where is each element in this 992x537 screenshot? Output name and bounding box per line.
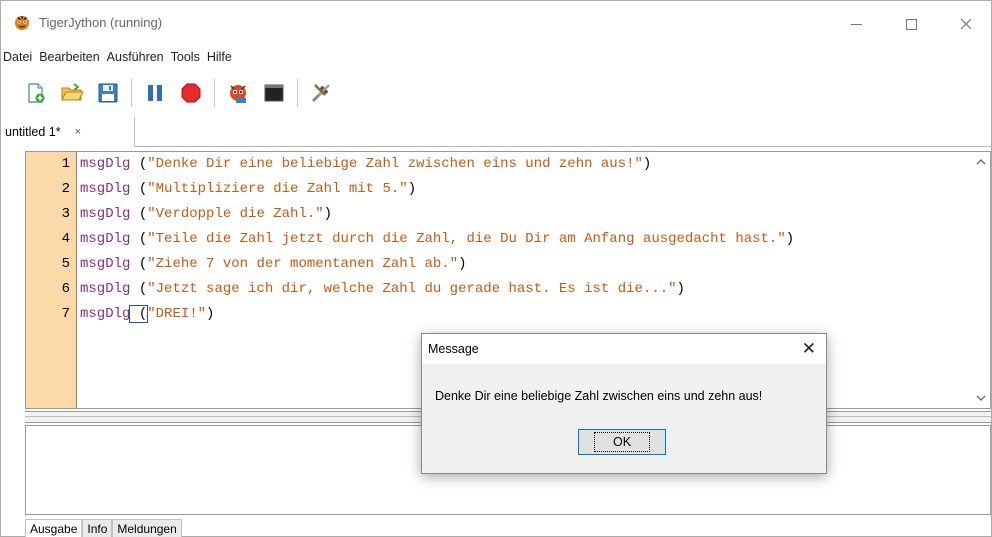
menu-hilfe[interactable]: Hilfe (207, 49, 232, 69)
stop-button[interactable] (178, 80, 204, 106)
tiger-app-icon (15, 16, 29, 30)
paren-open: ( (130, 231, 148, 247)
code-line: msgDlg ("Ziehe 7 von der momentanen Zahl… (80, 256, 467, 272)
line-number: 7 (61, 306, 70, 322)
debugger-icon (230, 85, 246, 103)
code-line: msgDlg ("Denke Dir eine beliebige Zahl z… (80, 156, 651, 172)
function-name: msgDlg (80, 306, 131, 322)
function-name: msgDlg (80, 281, 131, 297)
paren-open: ( (130, 156, 148, 172)
function-name: msgDlg (80, 206, 131, 222)
output-tabs: Ausgabe Info Meldungen (25, 519, 182, 537)
paren-open: ( (130, 256, 148, 272)
close-icon (960, 18, 972, 30)
dialog-title-bar: Message ✕ (422, 334, 826, 364)
console-button[interactable] (261, 80, 287, 106)
tab-info[interactable]: Info (82, 519, 113, 537)
paren-open: ( (130, 281, 148, 297)
debugger-button[interactable] (225, 80, 251, 106)
function-name: msgDlg (80, 256, 131, 272)
menu-bar: Datei Bearbeiten Ausführen Tools Hilfe (1, 49, 232, 69)
console-icon (264, 84, 284, 102)
tab-untitled-1[interactable]: untitled 1* × (1, 117, 135, 147)
paren-open: ( (130, 181, 148, 197)
paren-close: ) (458, 256, 467, 272)
string-literal: "Verdopple die Zahl." (147, 206, 324, 222)
ok-button[interactable]: OK (578, 429, 666, 455)
function-name: msgDlg (80, 156, 131, 172)
dialog-close-icon[interactable]: ✕ (802, 339, 816, 359)
string-literal: "Ziehe 7 von der momentanen Zahl ab." (147, 256, 459, 272)
toolbar-separator (297, 79, 298, 107)
scroll-up-icon[interactable] (976, 158, 986, 166)
editor-vertical-scrollbar[interactable] (973, 152, 990, 408)
save-icon (98, 83, 118, 103)
paren-close: ) (676, 281, 685, 297)
dialog-message: Denke Dir eine beliebige Zahl zwischen e… (435, 389, 763, 403)
paren-open: ( (130, 206, 148, 222)
menu-bearbeiten[interactable]: Bearbeiten (39, 49, 99, 69)
toolbar-separator (214, 79, 215, 107)
paren-close: ) (785, 231, 795, 247)
title-bar: TigerJython (running) (1, 1, 991, 45)
tab-close-icon[interactable]: × (75, 126, 81, 138)
paren-close: ) (206, 306, 215, 322)
code-line: msgDlg ("Teile die Zahl jetzt durch die … (80, 231, 794, 247)
ok-button-label: OK (593, 432, 651, 452)
message-dialog: Message ✕ Denke Dir eine beliebige Zahl … (421, 333, 827, 474)
new-file-icon (28, 83, 45, 103)
code-line: msgDlg ("Multipliziere die Zahl mit 5.") (80, 181, 416, 197)
stop-icon (181, 83, 201, 103)
paren-close: ) (407, 181, 417, 197)
open-folder-icon (61, 83, 84, 101)
string-literal: "Teile die Zahl jetzt durch die Zahl, di… (147, 231, 786, 247)
tools-icon (311, 84, 330, 103)
line-number: 1 (61, 156, 70, 172)
line-number: 5 (61, 256, 70, 272)
window-title: TigerJython (running) (39, 15, 163, 30)
pause-button[interactable] (142, 80, 168, 106)
line-number: 6 (61, 281, 70, 297)
close-window-button[interactable] (943, 9, 989, 39)
minimize-button[interactable] (833, 9, 879, 39)
toolbar (1, 73, 991, 113)
tab-label: untitled 1* (5, 125, 61, 139)
tools-button[interactable] (308, 80, 334, 106)
editor-tabs: untitled 1* × (1, 117, 991, 147)
open-button[interactable] (59, 80, 85, 106)
line-number: 2 (61, 181, 70, 197)
string-literal: "Denke Dir eine beliebige Zahl zwischen … (147, 156, 643, 172)
toolbar-separator (131, 79, 132, 107)
code-line: msgDlg ("DREI!") (80, 305, 215, 323)
function-name: msgDlg (80, 231, 131, 247)
code-line: msgDlg ("Jetzt sage ich dir, welche Zahl… (80, 281, 685, 297)
string-literal: "Jetzt sage ich dir, welche Zahl du gera… (147, 281, 677, 297)
menu-ausfuehren[interactable]: Ausführen (107, 49, 164, 69)
paren-close: ) (642, 156, 652, 172)
menu-tools[interactable]: Tools (171, 49, 200, 69)
scroll-down-icon[interactable] (976, 394, 986, 402)
maximize-button[interactable] (888, 9, 934, 39)
code-line: msgDlg ("Verdopple die Zahl.") (80, 206, 332, 222)
line-number: 4 (61, 231, 70, 247)
tab-ausgabe[interactable]: Ausgabe (25, 519, 83, 537)
dialog-title: Message (428, 342, 479, 356)
tab-meldungen[interactable]: Meldungen (112, 519, 182, 537)
paren-close: ) (323, 206, 333, 222)
string-literal: "Multipliziere die Zahl mit 5." (147, 181, 408, 197)
string-literal: "DREI!" (147, 306, 207, 322)
line-number: 3 (61, 206, 70, 222)
maximize-icon (905, 18, 917, 30)
paren-open-highlighted: ( (129, 305, 149, 323)
line-number-gutter: 1 2 3 4 5 6 7 (26, 152, 77, 408)
menu-datei[interactable]: Datei (3, 49, 32, 69)
new-file-button[interactable] (23, 80, 49, 106)
save-button[interactable] (95, 80, 121, 106)
pause-icon (148, 85, 162, 101)
minimize-icon (850, 23, 862, 25)
function-name: msgDlg (80, 181, 131, 197)
